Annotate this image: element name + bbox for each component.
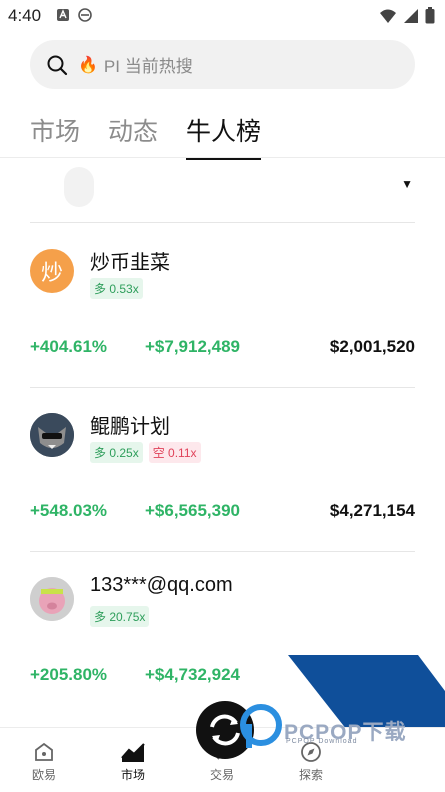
trader-pnl: +$6,565,390 [145, 501, 241, 520]
browser-e-icon [78, 8, 92, 22]
trader-pnl: +$7,912,489 [145, 337, 241, 356]
nav-label: 探索 [298, 768, 323, 782]
trader-name: 133***@qq.com [90, 574, 233, 596]
nav-item-home[interactable]: 欧易 [14, 740, 74, 783]
filter-row: ▼ [30, 165, 415, 223]
search-icon [47, 55, 68, 75]
trader-row[interactable]: 炒 炒币韭菜 多 0.53x +404.61% +$7,912,489 $2,0… [30, 224, 415, 388]
avatar-text: 炒 [40, 260, 63, 285]
fire-icon: 🔥 [78, 56, 98, 74]
nav-item-explore[interactable]: 探索 [281, 740, 341, 783]
signal-icon [404, 8, 418, 23]
filter-chip[interactable] [64, 167, 94, 207]
tab-feed[interactable]: 动态 [108, 112, 158, 160]
status-bar: 4:40 [0, 0, 445, 32]
trader-name: 鲲鹏计划 [90, 416, 170, 438]
app-a-icon [57, 9, 69, 21]
short-badge: 空 0.11x [148, 442, 201, 463]
dropdown-caret-icon[interactable]: ▼ [401, 177, 413, 191]
tabs-divider [0, 157, 445, 158]
trader-roi: +205.80% [30, 665, 108, 684]
watermark-subtext: PCPOP Download [286, 738, 358, 745]
long-badge: 多 20.75x [90, 606, 150, 627]
watermark-p-icon [240, 704, 282, 748]
trader-roi: +404.61% [30, 337, 108, 356]
nav-label: 交易 [209, 768, 234, 782]
tab-market[interactable]: 市场 [30, 112, 80, 160]
status-right-icons [379, 7, 435, 24]
trader-aum: $4,271,154 [329, 501, 415, 520]
tab-leaderboard[interactable]: 牛人榜 [186, 112, 262, 160]
avatar: 炒 [30, 249, 74, 293]
long-badge: 多 0.53x [90, 278, 143, 299]
trader-roi: +548.03% [30, 501, 108, 520]
avatar [30, 577, 74, 621]
position-badges: 多 0.25x 空 0.11x [90, 442, 201, 463]
status-left-icons [56, 8, 92, 22]
wolf-avatar-icon [30, 413, 74, 457]
search-placeholder: PI 当前热搜 [103, 57, 193, 76]
avatar [30, 413, 74, 457]
trader-aum: $2,001,520 [329, 337, 415, 356]
pig-avatar-icon [30, 577, 74, 621]
search-bar[interactable]: 🔥 PI 当前热搜 [30, 40, 415, 89]
nav-label: 市场 [120, 768, 145, 782]
trader-pnl: +$4,732,924 [145, 665, 241, 684]
nav-item-market[interactable]: 市场 [103, 740, 163, 783]
trader-row[interactable]: 鲲鹏计划 多 0.25x 空 0.11x +548.03% +$6,565,39… [30, 388, 415, 552]
long-badge: 多 0.25x [90, 442, 143, 463]
position-badges: 多 0.53x [90, 278, 143, 299]
position-badges: 多 20.75x [90, 606, 150, 627]
home-icon [35, 742, 53, 761]
nav-label: 欧易 [31, 768, 56, 782]
battery-icon [425, 7, 435, 24]
trader-name: 炒币韭菜 [90, 252, 170, 274]
status-time: 4:40 [8, 6, 42, 25]
top-tabs: 市场 动态 牛人榜 [30, 112, 262, 160]
wifi-icon [380, 9, 396, 23]
chart-icon [121, 743, 145, 762]
